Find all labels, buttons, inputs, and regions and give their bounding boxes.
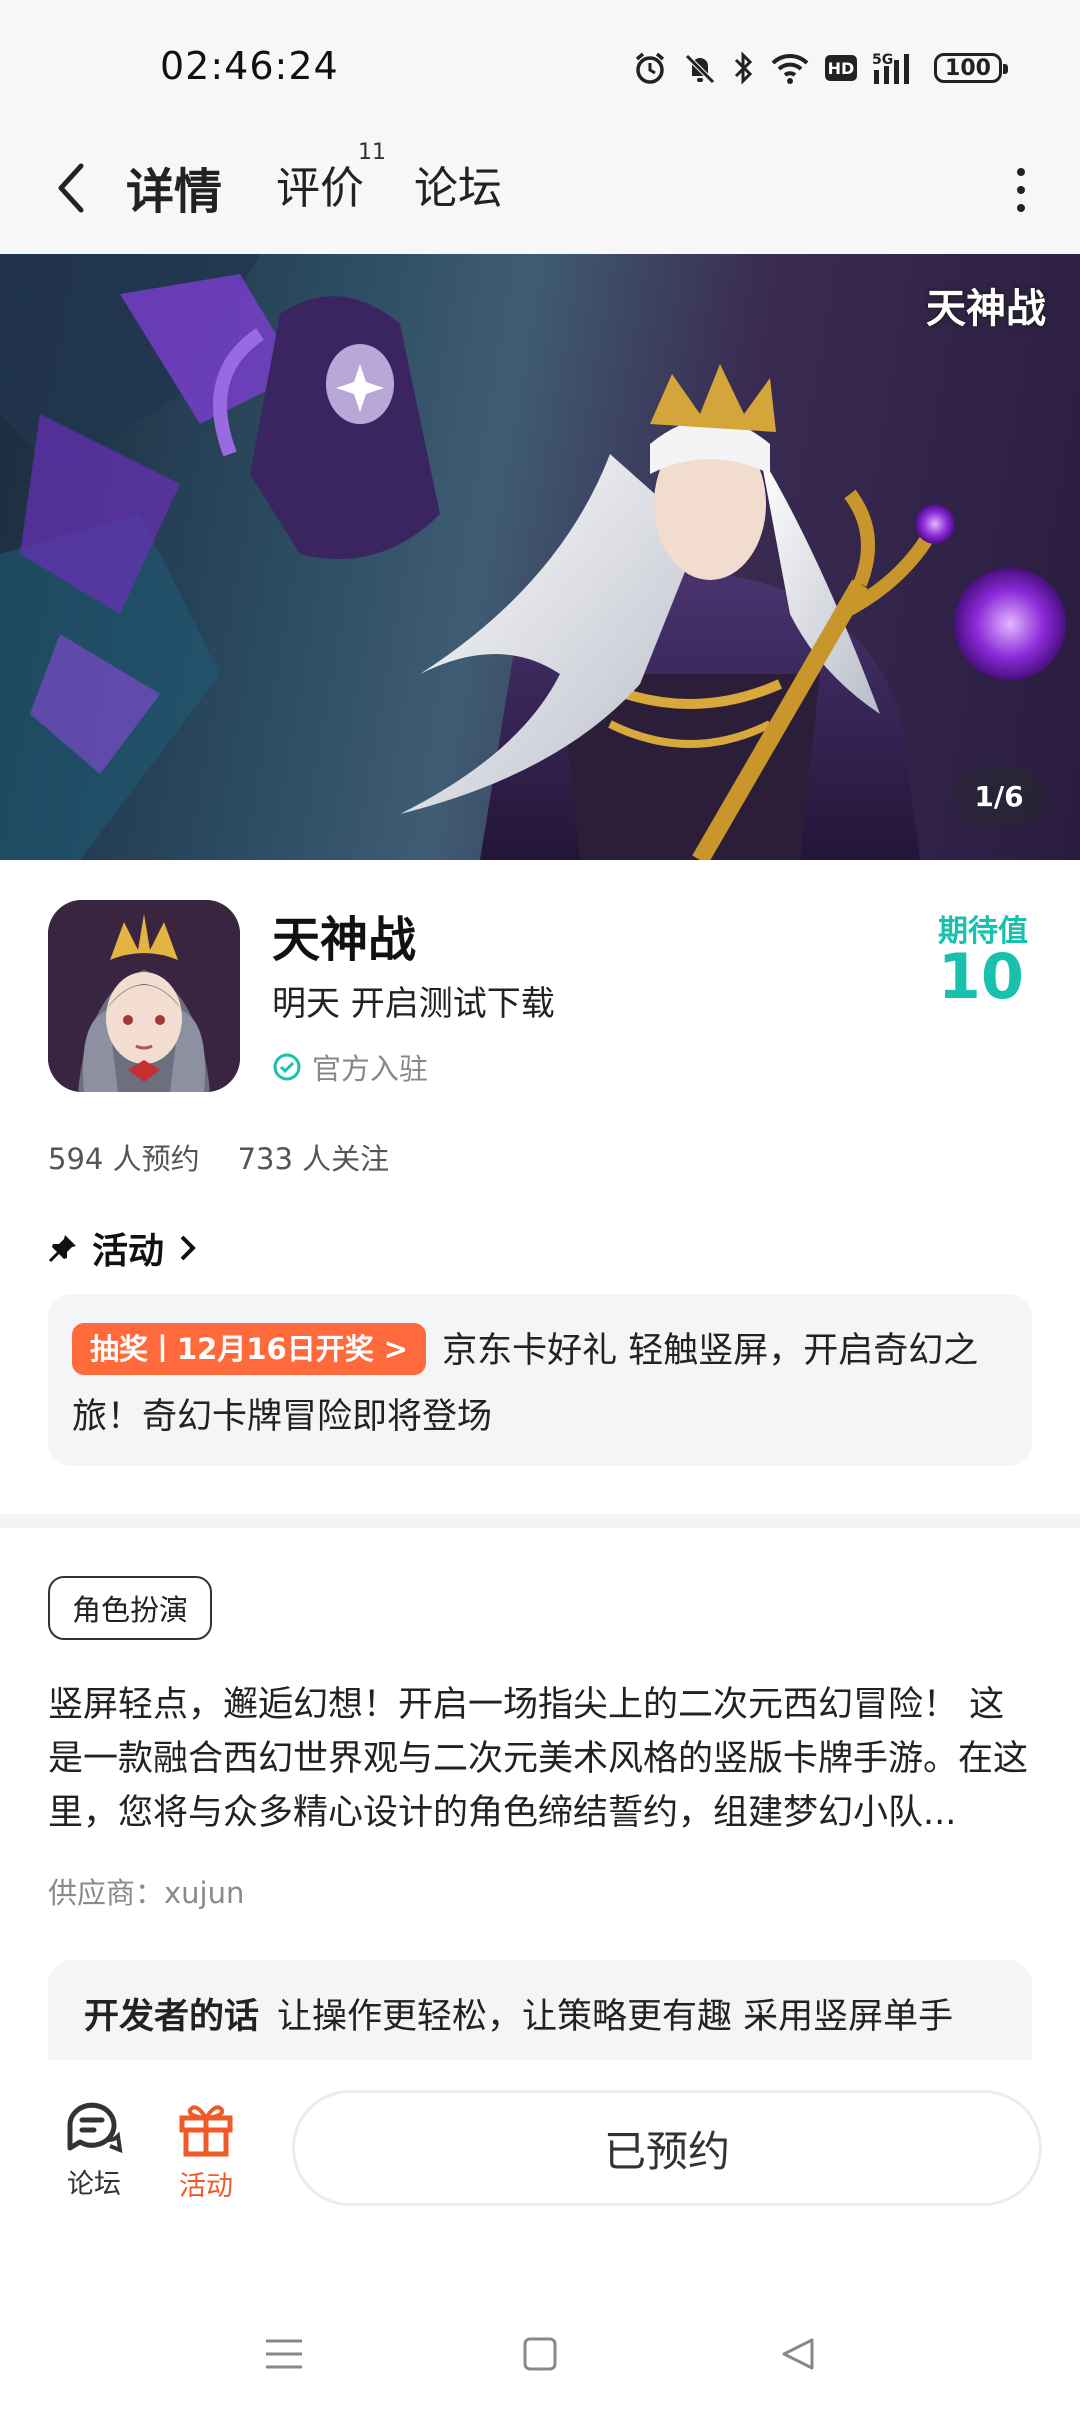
developer-note-title: 开发者的话 (84, 1997, 260, 2037)
tab-detail[interactable]: 详情 (126, 152, 226, 222)
status-bar: 02:46:24 HD 5G 100 (0, 0, 1080, 120)
official-label: 官方入驻 (312, 1052, 429, 1086)
expectation-score: 10 (937, 940, 1024, 1013)
menu-icon (266, 2339, 302, 2369)
more-options-button[interactable] (1006, 160, 1036, 220)
status-time: 02:46:24 (160, 44, 339, 88)
lottery-badge: 抽奖丨12月16日开奖 > (72, 1323, 427, 1375)
back-button[interactable] (46, 156, 96, 220)
vendor-info: 供应商：xujun (48, 1876, 245, 1910)
pin-icon (48, 1235, 76, 1263)
wifi-icon (770, 51, 810, 85)
battery-icon: 100 (934, 53, 1008, 83)
bottom-forum-label: 论坛 (67, 2169, 121, 2200)
hd-icon: HD (824, 53, 858, 83)
banner-game-logo: 天神战 (926, 285, 1046, 332)
recent-apps-button[interactable] (264, 2334, 304, 2374)
mute-icon (682, 50, 718, 86)
activity-card[interactable]: 抽奖丨12月16日开奖 > 京东卡好礼 轻触竖屏，开启奇幻之旅！奇幻卡牌冒险即将登… (48, 1294, 1032, 1466)
home-square-icon (523, 2337, 557, 2371)
svg-text:5G: 5G (872, 52, 893, 68)
app-release-status: 明天 开启测试下载 (272, 984, 555, 1024)
home-button[interactable] (520, 2334, 560, 2374)
bottom-activity-button[interactable]: 活动 (166, 2100, 246, 2203)
bottom-activity-label: 活动 (179, 2171, 233, 2202)
tab-review[interactable]: 评价 11 (276, 140, 386, 216)
svg-text:HD: HD (828, 59, 855, 78)
activity-section-header[interactable]: 活动 (48, 1222, 198, 1274)
section-divider (0, 1514, 1080, 1528)
tab-forum-label: 论坛 (414, 163, 502, 214)
bottom-action-bar: 论坛 活动 已预约 (0, 2060, 1080, 2260)
official-badge: 官方入驻 (272, 1046, 428, 1088)
top-nav: 详情 评价 11 论坛 (0, 120, 1080, 254)
developer-note-card[interactable]: 开发者的话 让操作更轻松，让策略更有趣 采用竖屏单手 (48, 1960, 1032, 2060)
tab-review-label: 评价 (276, 163, 364, 214)
genre-tag[interactable]: 角色扮演 (48, 1576, 213, 1640)
review-count-badge: 11 (358, 140, 386, 165)
banner-artwork (0, 254, 1066, 860)
app-stats: 594 人预约 733 人关注 (48, 1136, 389, 1178)
app-name: 天神战 (272, 912, 417, 968)
activity-description: 抽奖丨12月16日开奖 > 京东卡好礼 轻触竖屏，开启奇幻之旅！奇幻卡牌冒险即将登… (72, 1318, 1006, 1450)
banner-page-counter: 1/6 (954, 766, 1044, 826)
tab-forum[interactable]: 论坛 (414, 152, 502, 216)
app-icon (48, 900, 240, 1092)
reservation-count: 594 人预约 (48, 1142, 200, 1176)
gift-icon (179, 2105, 233, 2157)
alarm-icon (632, 50, 668, 86)
bottom-forum-button[interactable]: 论坛 (54, 2100, 134, 2201)
reserved-button[interactable]: 已预约 (292, 2090, 1042, 2206)
back-arrow-icon (58, 163, 84, 213)
bluetooth-icon (732, 50, 756, 86)
game-description[interactable]: 竖屏轻点，邂逅幻想！开启一场指尖上的二次元西幻冒险！ 这是一款融合西幻世界观与二… (48, 1678, 1032, 1840)
verified-icon (273, 1053, 301, 1081)
system-back-button[interactable] (778, 2334, 818, 2374)
system-nav-bar (0, 2290, 1080, 2412)
follower-count: 733 人关注 (237, 1142, 390, 1176)
5g-signal-icon: 5G (872, 50, 920, 86)
banner-carousel[interactable]: 天神战 1/6 (0, 254, 1080, 860)
activity-title: 活动 (92, 1231, 165, 1272)
developer-note-text: 让操作更轻松，让策略更有趣 采用竖屏单手 (277, 1997, 954, 2037)
chevron-right-icon (180, 1235, 196, 1261)
status-icons: HD 5G 100 (632, 44, 1008, 92)
forum-chat-icon (67, 2102, 123, 2154)
tab-detail-label: 详情 (126, 164, 223, 220)
back-triangle-icon (782, 2338, 814, 2370)
